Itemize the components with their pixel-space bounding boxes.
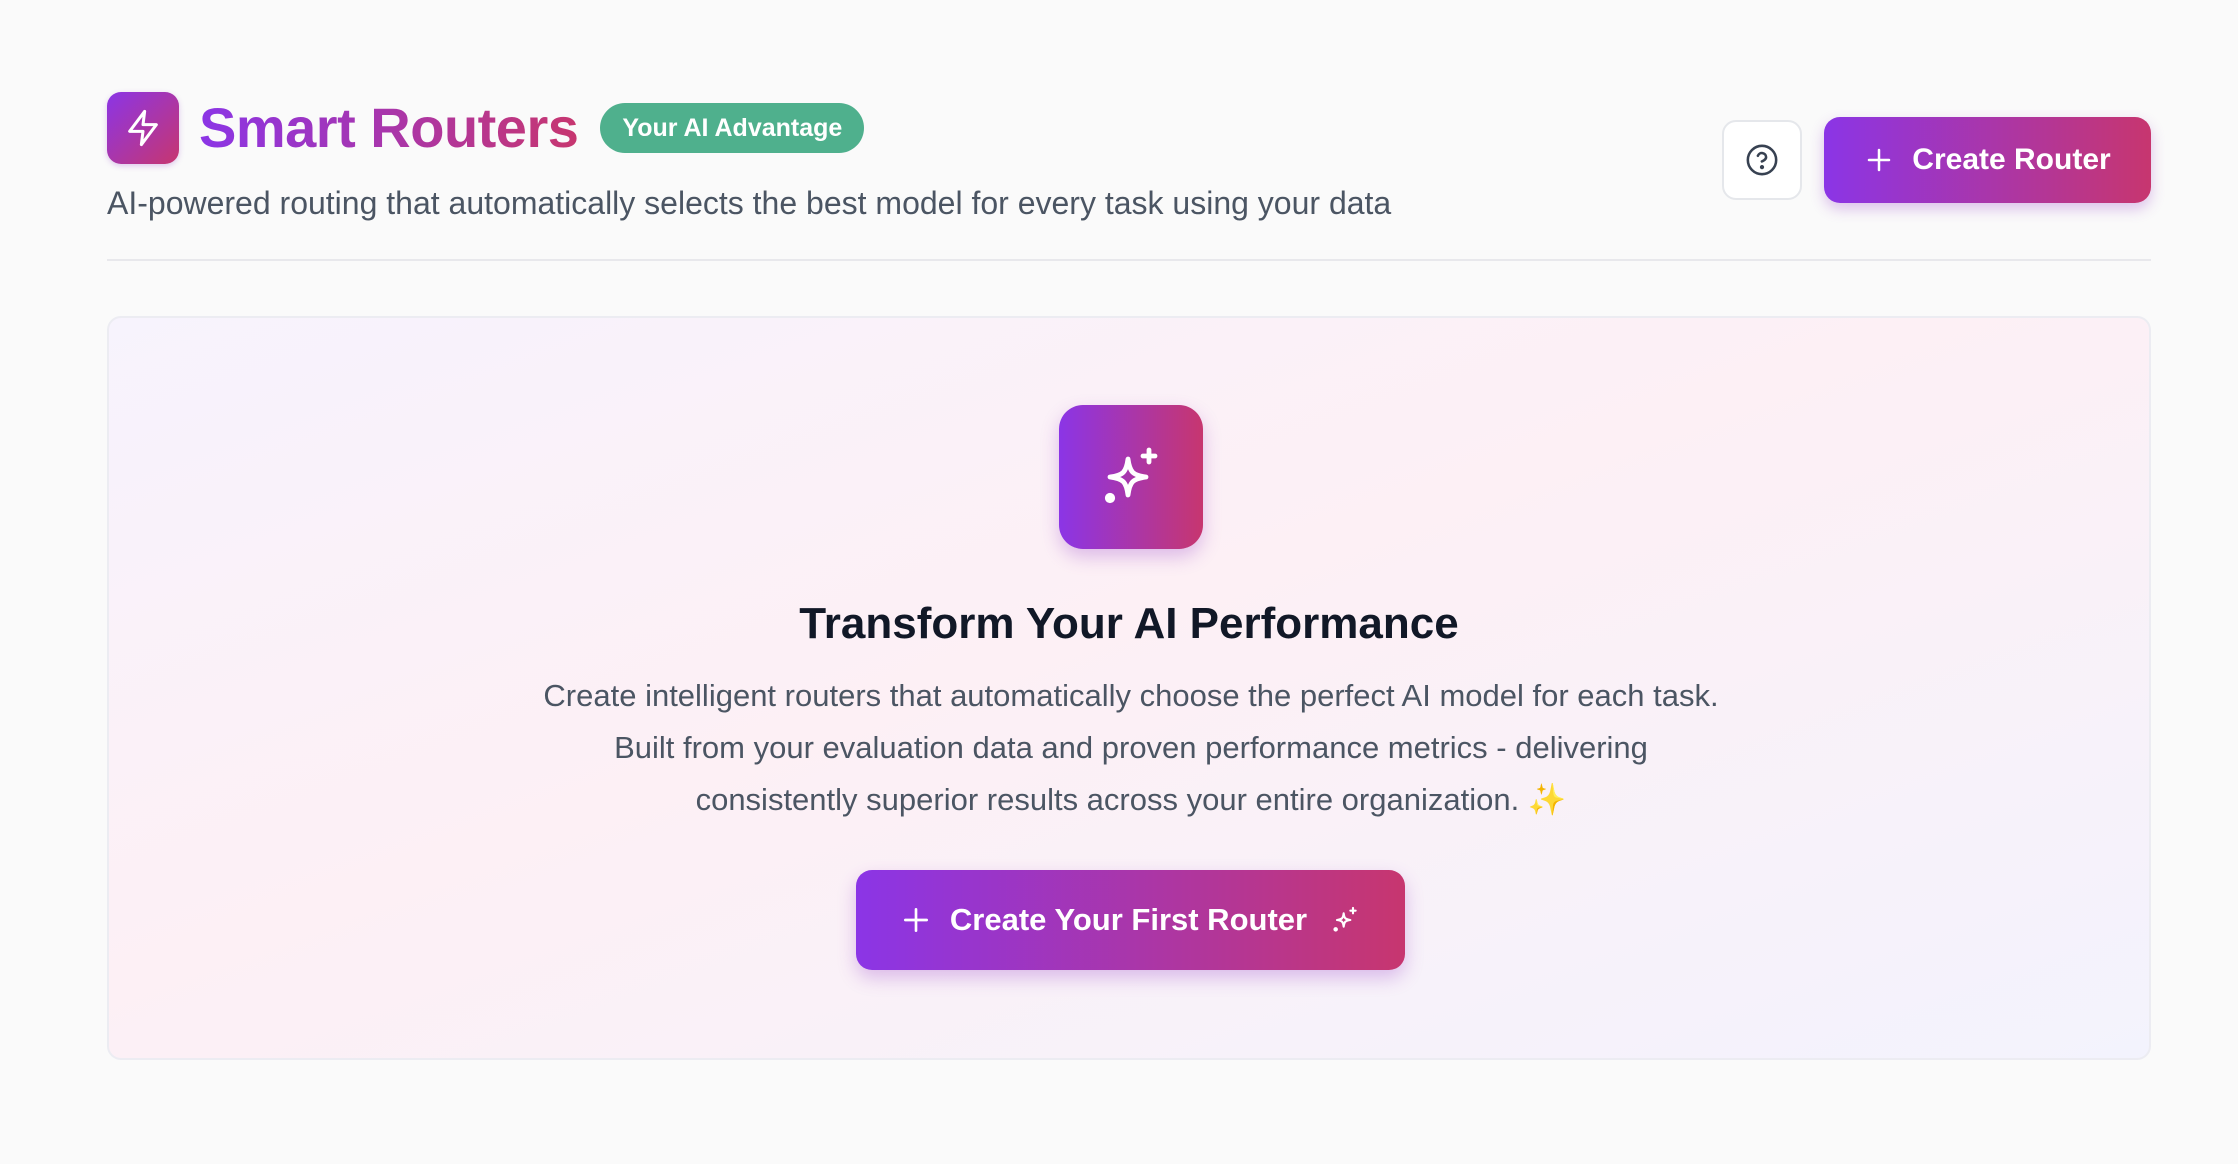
smart-routers-page: Smart Routers Your AI Advantage AI-power…	[107, 92, 2151, 1060]
create-first-router-button[interactable]: Create Your First Router	[856, 870, 1405, 970]
advantage-badge: Your AI Advantage	[600, 103, 865, 153]
page-title: Smart Routers	[199, 92, 579, 164]
sparkles-icon	[1329, 904, 1361, 936]
page-header: Smart Routers Your AI Advantage AI-power…	[107, 92, 2151, 261]
question-circle-icon	[1746, 144, 1778, 176]
logo	[107, 92, 179, 164]
hero-description: Create intelligent routers that automati…	[543, 678, 1719, 817]
empty-state-card: Transform Your AI Performance Create int…	[107, 316, 2151, 1060]
create-first-router-label: Create Your First Router	[949, 902, 1308, 937]
lightning-bolt-icon	[128, 109, 158, 147]
create-router-label: Create Router	[1912, 143, 2111, 176]
plus-icon	[900, 904, 932, 936]
header-actions: Create Router	[1722, 117, 2151, 203]
hero-title: Transform Your AI Performance	[799, 599, 1459, 648]
help-button[interactable]	[1722, 120, 1802, 200]
sparkles-icon	[1104, 447, 1158, 504]
plus-icon	[1864, 145, 1894, 175]
create-router-button[interactable]: Create Router	[1824, 117, 2151, 203]
hero-icon-box	[1059, 405, 1203, 549]
